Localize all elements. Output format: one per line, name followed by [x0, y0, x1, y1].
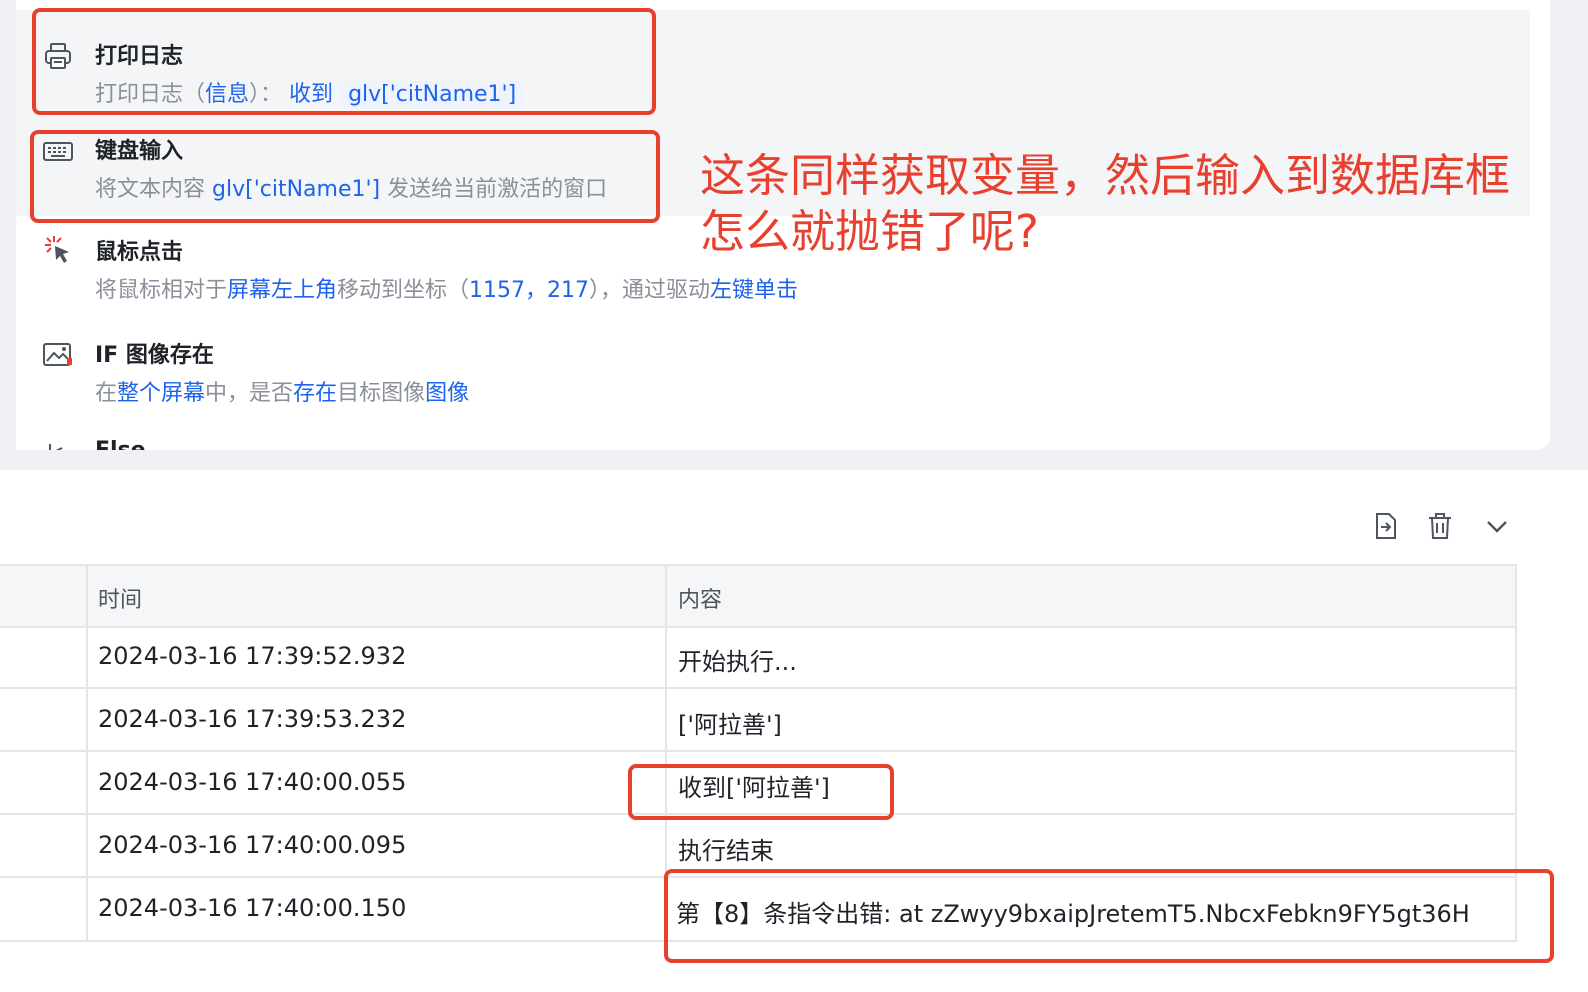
chevron-down-icon[interactable]: [1481, 510, 1513, 542]
step-title: IF 图像存在: [95, 343, 214, 368]
table-row[interactable]: 2024-03-16 17:40:00.055 收到['阿拉善']: [0, 752, 1515, 815]
branch-icon: [49, 444, 63, 450]
variable-pill: glv['citName1']: [340, 81, 525, 108]
step-if-image-exists[interactable]: IF 图像存在 在整个屏幕中，是否存在目标图像图像: [16, 319, 1530, 422]
step-title: Else: [95, 438, 146, 450]
column-content[interactable]: 内容: [678, 582, 722, 614]
log-time: 2024-03-16 17:40:00.150: [98, 894, 407, 922]
log-time: 2024-03-16 17:40:00.055: [98, 768, 407, 796]
table-row[interactable]: 2024-03-16 17:39:53.232 ['阿拉善']: [0, 689, 1515, 752]
step-print-log[interactable]: 打印日志 打印日志（信息）： 收到 glv['citName1']: [16, 10, 1530, 113]
table-header: 时间 内容: [0, 566, 1515, 628]
log-content: 开始执行...: [678, 648, 797, 676]
step-else[interactable]: Else: [16, 422, 1530, 450]
column-time[interactable]: 时间: [98, 582, 142, 614]
log-content: 收到['阿拉善']: [678, 774, 830, 802]
log-time: 2024-03-16 17:39:52.932: [98, 642, 407, 670]
export-icon[interactable]: [1370, 510, 1402, 542]
keyboard-icon: [43, 142, 73, 161]
mouse-click-icon: [45, 236, 69, 263]
step-description: 将文本内容 glv['citName1'] 发送给当前激活的窗口: [95, 177, 608, 202]
step-description: 打印日志（信息）： 收到 glv['citName1']: [95, 76, 525, 108]
step-title: 鼠标点击: [95, 240, 184, 265]
step-title: 键盘输入: [95, 139, 184, 164]
log-content: 第【8】条指令出错: at zZwyy9bxaipJretemT5.NbcxFe…: [676, 900, 1470, 928]
column-divider: [86, 566, 88, 940]
table-row[interactable]: 2024-03-16 17:40:00.095 执行结束: [0, 815, 1515, 878]
column-divider: [665, 566, 667, 940]
step-description: 在整个屏幕中，是否存在目标图像图像: [95, 381, 470, 406]
log-content: ['阿拉善']: [678, 711, 782, 739]
step-title: 打印日志: [95, 44, 184, 69]
image-check-icon: [43, 343, 72, 366]
table-row[interactable]: 2024-03-16 17:40:00.150 第【8】条指令出错: at zZ…: [0, 878, 1515, 941]
printer-icon: [45, 43, 71, 69]
log-table: 时间 内容 2024-03-16 17:39:52.932 开始执行... 20…: [0, 564, 1517, 942]
trash-icon[interactable]: [1424, 510, 1456, 542]
table-row[interactable]: 2024-03-16 17:39:52.932 开始执行...: [0, 626, 1515, 689]
log-content: 执行结束: [678, 837, 774, 865]
log-time: 2024-03-16 17:39:53.232: [98, 705, 407, 733]
log-time: 2024-03-16 17:40:00.095: [98, 831, 407, 859]
step-description: 将鼠标相对于屏幕左上角移动到坐标（1157，217），通过驱动左键单击: [95, 278, 799, 303]
annotation-text: 这条同样获取变量，然后输入到数据库框 怎么就抛错了呢?: [700, 149, 1511, 258]
log-panel: 时间 内容 2024-03-16 17:39:52.932 开始执行... 20…: [0, 470, 1588, 992]
